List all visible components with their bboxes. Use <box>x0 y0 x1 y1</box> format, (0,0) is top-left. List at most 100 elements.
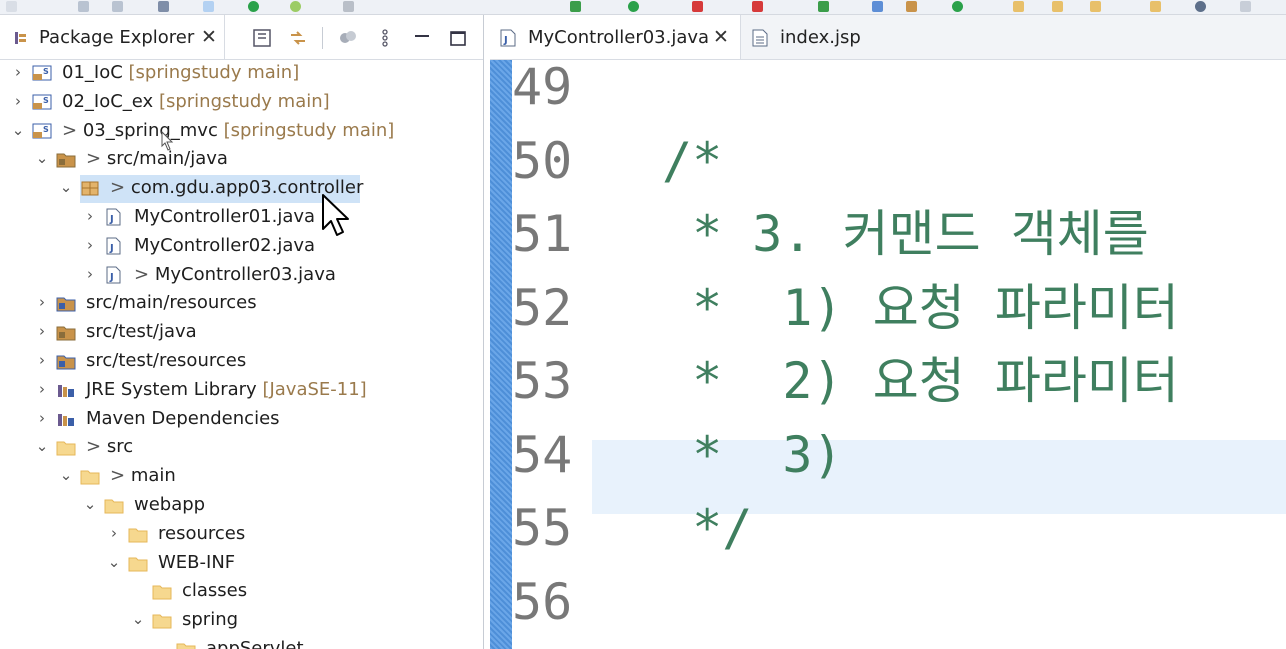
code-line[interactable]: 52 * 1) 요청 파라미터 <box>512 271 1286 345</box>
run-icon[interactable] <box>343 1 354 12</box>
chevron-right-icon[interactable]: › <box>34 379 50 399</box>
tree-item[interactable]: ⌄ > src <box>0 434 483 462</box>
tree-item[interactable]: › S 01_IoC [springstudy main] <box>0 60 483 88</box>
tree-item[interactable]: › src/main/resources <box>0 290 483 318</box>
tree-item-name: MyController03.java <box>154 263 336 285</box>
code-line[interactable]: 55 */ <box>512 491 1286 565</box>
sync-icon[interactable] <box>290 1 301 12</box>
code-editor[interactable]: 49 50/* 51 * 3. 커맨드 객체를 52 * 1) 요청 파라미터 53 *… <box>512 60 1286 649</box>
folder-open-icon[interactable] <box>1013 1 1024 12</box>
tree-item-name: 02_IoC_ex <box>62 90 154 112</box>
chevron-down-icon[interactable]: ⌄ <box>58 465 74 485</box>
play-icon[interactable] <box>628 1 639 12</box>
tree-item[interactable]: ⌄ webapp <box>0 492 483 520</box>
chevron-right-icon[interactable]: › <box>82 206 98 226</box>
code-line[interactable]: 51 * 3. 커맨드 객체를 <box>512 197 1286 271</box>
line-number: 54 <box>512 425 573 484</box>
tree-item-label: appServlet <box>206 638 304 649</box>
chevron-down-icon[interactable]: ⌄ <box>10 120 26 140</box>
code-line[interactable]: 50 /* <box>512 124 1286 198</box>
svg-text:J: J <box>109 272 114 283</box>
view-menu-icon[interactable] <box>374 27 396 49</box>
open-resource-icon[interactable] <box>906 1 917 12</box>
search-icon[interactable] <box>203 1 214 12</box>
server-icon[interactable] <box>752 1 763 12</box>
chevron-right-icon[interactable]: › <box>34 408 50 428</box>
tree-item[interactable]: › JRE System Library [JavaSE-11] <box>0 377 483 405</box>
save-all-icon[interactable] <box>112 1 123 12</box>
tab-index-jsp[interactable]: index.jsp <box>742 15 882 59</box>
chevron-right-icon[interactable]: › <box>34 321 50 341</box>
chevron-right-icon[interactable]: › <box>34 292 50 312</box>
chevron-right-icon[interactable]: › <box>106 523 122 543</box>
tree-item[interactable]: classes <box>0 578 483 606</box>
chevron-right-icon[interactable] <box>130 580 146 600</box>
project-tree: › S 01_IoC [springstudy main] › S 02_IoC_ex [… <box>0 60 483 649</box>
chevron-right-icon[interactable]: › <box>82 264 98 284</box>
refresh-icon[interactable] <box>248 1 259 12</box>
folder-icon[interactable] <box>1052 1 1063 12</box>
editor-ruler[interactable] <box>490 60 512 649</box>
tree-item[interactable]: ⌄ > com.gdu.app03.controller <box>0 175 483 204</box>
package-explorer-icon <box>15 32 26 44</box>
save-icon[interactable] <box>78 1 89 12</box>
chevron-down-icon[interactable]: ⌄ <box>34 148 50 168</box>
chevron-down-icon[interactable]: ⌄ <box>82 494 98 514</box>
chevron-down-icon[interactable]: ⌄ <box>34 436 50 456</box>
code-line[interactable]: 49 <box>512 60 1286 124</box>
tab-package-explorer[interactable]: Package Explorer ✕ <box>4 15 225 59</box>
close-icon[interactable]: ✕ <box>201 26 217 48</box>
java-file-icon: J <box>104 208 124 226</box>
editor-tab-bar: J MyController03.java ✕ index.jsp <box>490 15 1286 60</box>
code-line[interactable]: 53 * 2) 요청 파라미터 <box>512 344 1286 418</box>
close-icon[interactable]: ✕ <box>713 26 729 48</box>
new-icon[interactable] <box>6 1 17 12</box>
tree-item[interactable]: ⌄ > main <box>0 463 483 491</box>
link-with-editor-icon[interactable] <box>287 27 309 49</box>
chevron-right-icon[interactable]: › <box>82 235 98 255</box>
chevron-right-icon[interactable]: › <box>10 91 26 111</box>
tree-item[interactable]: › Maven Dependencies <box>0 406 483 434</box>
tree-item-name: src/test/resources <box>86 350 247 371</box>
back-icon[interactable] <box>1150 1 1161 12</box>
code-line[interactable]: 56 <box>512 565 1286 639</box>
forward-icon[interactable] <box>1195 1 1206 12</box>
next-icon[interactable] <box>952 1 963 12</box>
code-text: */ <box>662 499 753 557</box>
tree-item[interactable]: › S 02_IoC_ex [springstudy main] <box>0 89 483 117</box>
chevron-right-icon[interactable]: › <box>10 62 26 82</box>
tree-item[interactable]: ⌄ > src/main/java <box>0 146 483 174</box>
code-line[interactable]: 54 * 3) <box>512 418 1286 492</box>
tree-item[interactable]: › J > MyController03.java <box>0 262 483 290</box>
chevron-down-icon[interactable]: ⌄ <box>154 638 170 649</box>
maximize-icon[interactable] <box>447 27 469 49</box>
chevron-down-icon[interactable]: ⌄ <box>130 609 146 629</box>
tree-item[interactable]: › J MyController02.java <box>0 233 483 261</box>
terminal-icon[interactable] <box>158 1 169 12</box>
tree-item[interactable]: ⌄ spring <box>0 607 483 635</box>
debug-icon[interactable] <box>570 1 581 12</box>
chevron-right-icon[interactable]: › <box>34 350 50 370</box>
perspective-icon[interactable] <box>1240 1 1251 12</box>
tree-item[interactable]: ⌄ appServlet <box>0 636 483 649</box>
stop-icon[interactable] <box>692 1 703 12</box>
filters-icon[interactable] <box>337 27 359 49</box>
external-tools-icon[interactable] <box>818 1 829 12</box>
tab-mycontroller03-java[interactable]: J MyController03.java ✕ <box>490 15 741 59</box>
tree-item[interactable]: › src/test/java <box>0 319 483 347</box>
annotation-icon[interactable] <box>1090 1 1101 12</box>
tree-item[interactable]: ⌄ S > 03_spring_mvc [springstudy main] <box>0 118 483 146</box>
tree-item[interactable]: ⌄ WEB-INF <box>0 550 483 578</box>
open-type-icon[interactable] <box>872 1 883 12</box>
tree-item[interactable]: › resources <box>0 521 483 549</box>
tree-item-name: JRE System Library <box>86 378 257 400</box>
chevron-down-icon[interactable]: ⌄ <box>106 552 122 572</box>
tree-item[interactable]: › src/test/resources <box>0 348 483 376</box>
tree-item-name: webapp <box>134 494 206 515</box>
chevron-down-icon[interactable]: ⌄ <box>58 177 74 197</box>
minimize-icon[interactable] <box>411 27 433 49</box>
tree-item-label: src/test/java <box>86 321 197 343</box>
java-file-icon: J <box>104 266 124 284</box>
collapse-all-icon[interactable] <box>251 27 273 49</box>
tree-item[interactable]: › J MyController01.java <box>0 204 483 232</box>
